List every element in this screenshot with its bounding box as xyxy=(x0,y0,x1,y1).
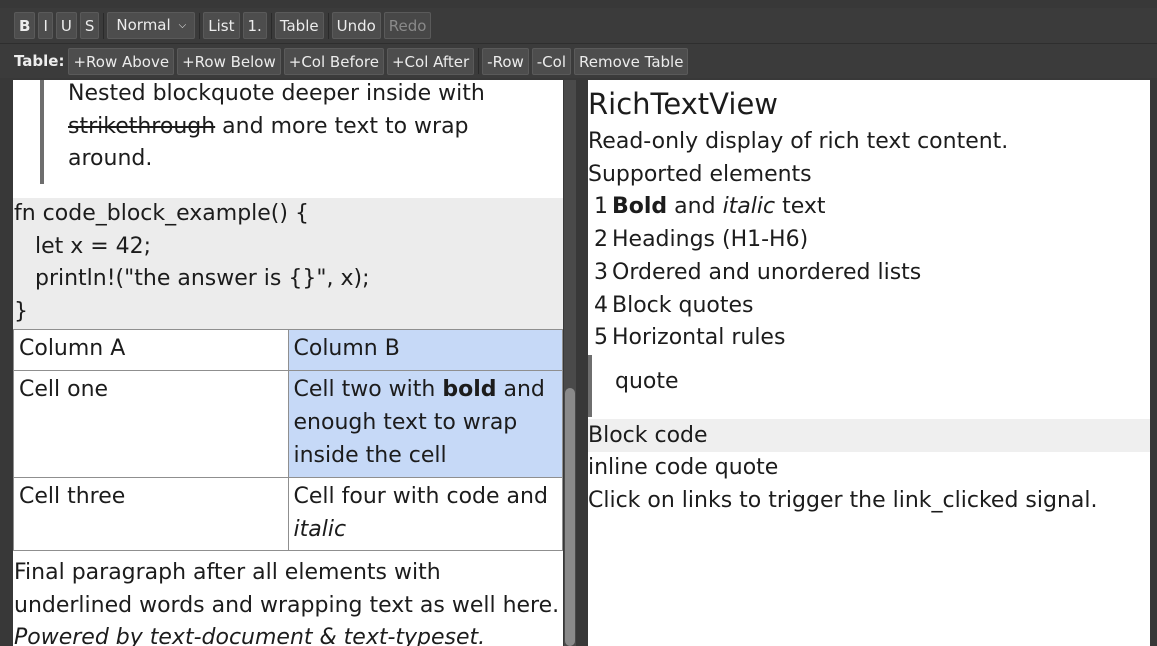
redo-button[interactable]: Redo xyxy=(383,12,432,39)
italic-text: italic xyxy=(293,517,347,542)
list-number: 3 xyxy=(594,259,608,285)
blockquote-bar xyxy=(588,354,592,417)
toolbar-separator xyxy=(327,12,329,39)
insert-table-button[interactable]: Table xyxy=(274,12,324,39)
bullet-list-button[interactable]: List xyxy=(203,12,240,39)
list-item: 3 Ordered and unordered lists xyxy=(594,257,1150,290)
insert-col-after-button[interactable]: +Col After xyxy=(386,47,475,75)
strikethrough-text: strikethrough xyxy=(68,113,216,139)
list-item-text: and xyxy=(667,194,723,220)
insert-col-before-button[interactable]: +Col Before xyxy=(283,47,384,75)
list-number: 2 xyxy=(594,227,608,253)
list-number: 1 xyxy=(594,194,608,220)
table-cell[interactable]: Column A xyxy=(13,329,289,371)
inline-code-line: inline code quote xyxy=(588,454,779,480)
editor-table: Column A Column B Cell one Cell two with… xyxy=(13,329,563,551)
rich-text-editor[interactable]: Nested blockquote deeper inside with str… xyxy=(13,80,563,646)
chevron-down-icon: ⌵ xyxy=(178,20,187,31)
cell-text: Cell four with code and xyxy=(293,484,548,509)
list-item: 1 Bold and italic text xyxy=(594,191,1150,224)
links-paragraph: Click on links to trigger the link_click… xyxy=(588,487,1098,513)
toolbar-separator xyxy=(270,12,272,39)
bold-text: bold xyxy=(442,377,497,402)
table-cell[interactable]: Cell four with code and italic xyxy=(287,477,563,551)
table-row: Cell one Cell two with bold and enough t… xyxy=(13,370,563,478)
list-item-text: Bold and italic text xyxy=(612,191,826,224)
list-item-text: Block quotes xyxy=(612,292,754,318)
code-block: fn code_block_example() { let x = 42; pr… xyxy=(13,198,563,329)
table-toolbar-label: Table: xyxy=(14,52,65,70)
table-cell-selected[interactable]: Cell two with bold and enough text to wr… xyxy=(287,370,563,478)
format-toolbar: B I U S Normal ⌵ List 1. Table Undo Redo xyxy=(0,8,1157,43)
table-row: Cell three Cell four with code and itali… xyxy=(13,477,563,551)
list-number: 4 xyxy=(594,292,608,318)
undo-button[interactable]: Undo xyxy=(331,12,381,39)
toolbar-separator xyxy=(103,12,105,39)
nested-blockquote: Nested blockquote deeper inside with str… xyxy=(13,80,563,198)
list-item-text: Horizontal rules xyxy=(612,325,786,351)
paragraph-text: Final paragraph after all elements with … xyxy=(14,560,560,618)
supported-heading: Supported elements xyxy=(588,161,812,187)
list-item-text: text xyxy=(775,194,826,220)
toolbar-separator xyxy=(478,48,480,74)
ordered-list-button[interactable]: 1. xyxy=(242,12,267,39)
editor-scrollbar[interactable] xyxy=(564,80,576,646)
blockquote-line: Nested blockquote deeper inside with xyxy=(68,81,485,106)
ordered-list: 1 Bold and italic text 2 Headings (H1-H6… xyxy=(588,191,1150,355)
table-cell[interactable]: Cell one xyxy=(13,370,289,478)
list-number: 5 xyxy=(594,325,608,351)
insert-row-above-button[interactable]: +Row Above xyxy=(68,47,175,75)
remove-col-button[interactable]: -Col xyxy=(531,47,571,75)
code-line: fn code_block_example() { xyxy=(14,201,309,226)
blockquote-text: quote xyxy=(615,368,679,394)
table-toolbar: Table: +Row Above +Row Below +Col Before… xyxy=(0,43,1157,78)
blockquote-line: around. xyxy=(68,146,153,171)
scrollbar-thumb[interactable] xyxy=(565,388,575,646)
list-item-text: Headings (H1-H6) xyxy=(612,227,809,253)
table-cell[interactable]: Cell three xyxy=(13,477,289,551)
cell-text: Cell two with xyxy=(293,377,443,402)
list-item: 5 Horizontal rules xyxy=(594,322,1150,355)
bold-button[interactable]: B xyxy=(14,12,36,39)
italic-text: italic xyxy=(722,194,776,220)
view-blockquote: quote xyxy=(588,354,1150,417)
final-paragraph: Final paragraph after all elements with … xyxy=(13,551,563,646)
view-subtitle: Read-only display of rich text content. xyxy=(588,129,1009,154)
italic-text: Powered by text-document & text-typeset. xyxy=(14,625,486,646)
blockquote-bar xyxy=(40,80,44,184)
bold-text: Bold xyxy=(612,194,668,220)
code-line: let x = 42; xyxy=(14,233,152,259)
strikethrough-button[interactable]: S xyxy=(79,12,100,39)
list-item: 4 Block quotes xyxy=(594,290,1150,323)
italic-button[interactable]: I xyxy=(38,12,53,39)
list-item: 2 Headings (H1-H6) xyxy=(594,224,1150,257)
table-row: Column A Column B xyxy=(13,329,563,371)
blockquote-text: Nested blockquote deeper inside with str… xyxy=(68,80,538,176)
paragraph-style-value: Normal xyxy=(116,16,171,34)
remove-table-button[interactable]: Remove Table xyxy=(574,47,689,75)
blockquote-line: and more text to wrap xyxy=(215,113,469,139)
paragraph-style-select[interactable]: Normal ⌵ xyxy=(107,12,196,39)
insert-row-below-button[interactable]: +Row Below xyxy=(177,47,281,75)
table-cell-selected[interactable]: Column B xyxy=(287,329,563,371)
rich-text-view: RichTextView Read-only display of rich t… xyxy=(588,80,1150,646)
list-item-text: Ordered and unordered lists xyxy=(612,259,922,285)
code-line: println!("the answer is {}", x); xyxy=(14,266,370,292)
underline-button[interactable]: U xyxy=(55,12,77,39)
view-code-block: Block code xyxy=(588,418,1150,452)
view-title: RichTextView xyxy=(588,87,779,121)
code-line: } xyxy=(14,299,28,325)
toolbar-separator xyxy=(199,12,201,39)
remove-row-button[interactable]: -Row xyxy=(482,47,529,75)
